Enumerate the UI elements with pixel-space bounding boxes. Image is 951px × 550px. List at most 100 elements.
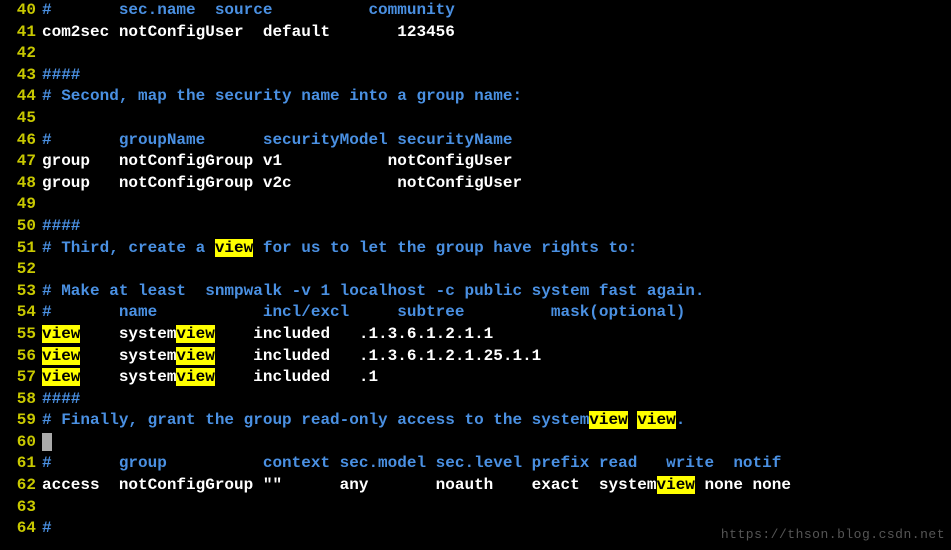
- code-text: system: [80, 368, 176, 386]
- line-number: 61: [0, 453, 42, 475]
- line-number: 46: [0, 130, 42, 152]
- line-number: 62: [0, 475, 42, 497]
- code-line[interactable]: 59# Finally, grant the group read-only a…: [0, 410, 951, 432]
- code-line[interactable]: 49: [0, 194, 951, 216]
- code-text: system: [80, 325, 176, 343]
- line-content: # groupName securityModel securityName: [42, 130, 951, 152]
- code-line[interactable]: 50####: [0, 216, 951, 238]
- line-number: 60: [0, 432, 42, 454]
- line-content: [42, 194, 951, 216]
- line-number: 63: [0, 497, 42, 519]
- highlighted-text: view: [42, 325, 80, 343]
- code-text: included .1.3.6.1.2.1.1: [215, 325, 493, 343]
- code-line[interactable]: 60: [0, 432, 951, 454]
- code-text: none none: [695, 476, 791, 494]
- highlighted-text: view: [589, 411, 627, 429]
- line-number: 52: [0, 259, 42, 281]
- comment-text: [628, 411, 638, 429]
- highlighted-text: view: [176, 325, 214, 343]
- line-number: 54: [0, 302, 42, 324]
- code-editor[interactable]: 40# sec.name source community41com2sec n…: [0, 0, 951, 540]
- code-line[interactable]: 48group notConfigGroup v2c notConfigUser: [0, 173, 951, 195]
- line-content: # Third, create a view for us to let the…: [42, 238, 951, 260]
- highlighted-text: view: [637, 411, 675, 429]
- line-number: 43: [0, 65, 42, 87]
- comment-text: # Third, create a: [42, 239, 215, 257]
- code-line[interactable]: 52: [0, 259, 951, 281]
- line-content: [42, 108, 951, 130]
- line-number: 49: [0, 194, 42, 216]
- comment-text: # group context sec.model sec.level pref…: [42, 454, 781, 472]
- highlighted-text: view: [42, 368, 80, 386]
- code-line[interactable]: 45: [0, 108, 951, 130]
- comment-text: for us to let the group have rights to:: [253, 239, 637, 257]
- highlighted-text: view: [42, 347, 80, 365]
- comment-text: # Second, map the security name into a g…: [42, 87, 522, 105]
- comment-text: # groupName securityModel securityName: [42, 131, 512, 149]
- line-content: # Finally, grant the group read-only acc…: [42, 410, 951, 432]
- watermark-text: https://thson.blog.csdn.net: [721, 524, 945, 546]
- highlighted-text: view: [176, 368, 214, 386]
- code-line[interactable]: 62access notConfigGroup "" any noauth ex…: [0, 475, 951, 497]
- code-line[interactable]: 63: [0, 497, 951, 519]
- line-content: access notConfigGroup "" any noauth exac…: [42, 475, 951, 497]
- code-line[interactable]: 54# name incl/excl subtree mask(optional…: [0, 302, 951, 324]
- code-line[interactable]: 46# groupName securityModel securityName: [0, 130, 951, 152]
- line-content: view systemview included .1.3.6.1.2.1.1: [42, 324, 951, 346]
- code-line[interactable]: 51# Third, create a view for us to let t…: [0, 238, 951, 260]
- line-content: # group context sec.model sec.level pref…: [42, 453, 951, 475]
- code-line[interactable]: 58####: [0, 389, 951, 411]
- line-number: 53: [0, 281, 42, 303]
- line-number: 59: [0, 410, 42, 432]
- code-text: group notConfigGroup v1 notConfigUser: [42, 152, 512, 170]
- comment-text: ####: [42, 390, 80, 408]
- line-number: 55: [0, 324, 42, 346]
- code-line[interactable]: 53# Make at least snmpwalk -v 1 localhos…: [0, 281, 951, 303]
- comment-text: ####: [42, 217, 80, 235]
- code-line[interactable]: 56view systemview included .1.3.6.1.2.1.…: [0, 346, 951, 368]
- line-number: 47: [0, 151, 42, 173]
- line-number: 44: [0, 86, 42, 108]
- line-number: 58: [0, 389, 42, 411]
- line-number: 40: [0, 0, 42, 22]
- code-line[interactable]: 44# Second, map the security name into a…: [0, 86, 951, 108]
- code-text: group notConfigGroup v2c notConfigUser: [42, 174, 522, 192]
- code-line[interactable]: 42: [0, 43, 951, 65]
- comment-text: #: [42, 519, 52, 537]
- line-number: 56: [0, 346, 42, 368]
- line-content: group notConfigGroup v2c notConfigUser: [42, 173, 951, 195]
- code-line[interactable]: 47group notConfigGroup v1 notConfigUser: [0, 151, 951, 173]
- comment-text: # sec.name source community: [42, 1, 455, 19]
- line-content: ####: [42, 216, 951, 238]
- line-number: 41: [0, 22, 42, 44]
- code-text: com2sec notConfigUser default 123456: [42, 23, 455, 41]
- comment-text: # name incl/excl subtree mask(optional): [42, 303, 685, 321]
- line-content: # sec.name source community: [42, 0, 951, 22]
- line-number: 45: [0, 108, 42, 130]
- comment-text: .: [676, 411, 686, 429]
- cursor: [42, 433, 52, 451]
- line-content: [42, 432, 951, 454]
- highlighted-text: view: [215, 239, 253, 257]
- line-content: view systemview included .1: [42, 367, 951, 389]
- code-text: included .1.3.6.1.2.1.25.1.1: [215, 347, 541, 365]
- code-line[interactable]: 43####: [0, 65, 951, 87]
- line-content: [42, 497, 951, 519]
- code-text: system: [80, 347, 176, 365]
- code-line[interactable]: 57view systemview included .1: [0, 367, 951, 389]
- code-line[interactable]: 40# sec.name source community: [0, 0, 951, 22]
- line-number: 50: [0, 216, 42, 238]
- line-content: group notConfigGroup v1 notConfigUser: [42, 151, 951, 173]
- code-line[interactable]: 61# group context sec.model sec.level pr…: [0, 453, 951, 475]
- line-content: view systemview included .1.3.6.1.2.1.25…: [42, 346, 951, 368]
- line-content: # name incl/excl subtree mask(optional): [42, 302, 951, 324]
- line-number: 42: [0, 43, 42, 65]
- line-content: ####: [42, 389, 951, 411]
- line-content: [42, 43, 951, 65]
- comment-text: # Make at least snmpwalk -v 1 localhost …: [42, 282, 705, 300]
- code-line[interactable]: 41com2sec notConfigUser default 123456: [0, 22, 951, 44]
- line-content: ####: [42, 65, 951, 87]
- code-text: access notConfigGroup "" any noauth exac…: [42, 476, 657, 494]
- code-line[interactable]: 55view systemview included .1.3.6.1.2.1.…: [0, 324, 951, 346]
- line-number: 64: [0, 518, 42, 540]
